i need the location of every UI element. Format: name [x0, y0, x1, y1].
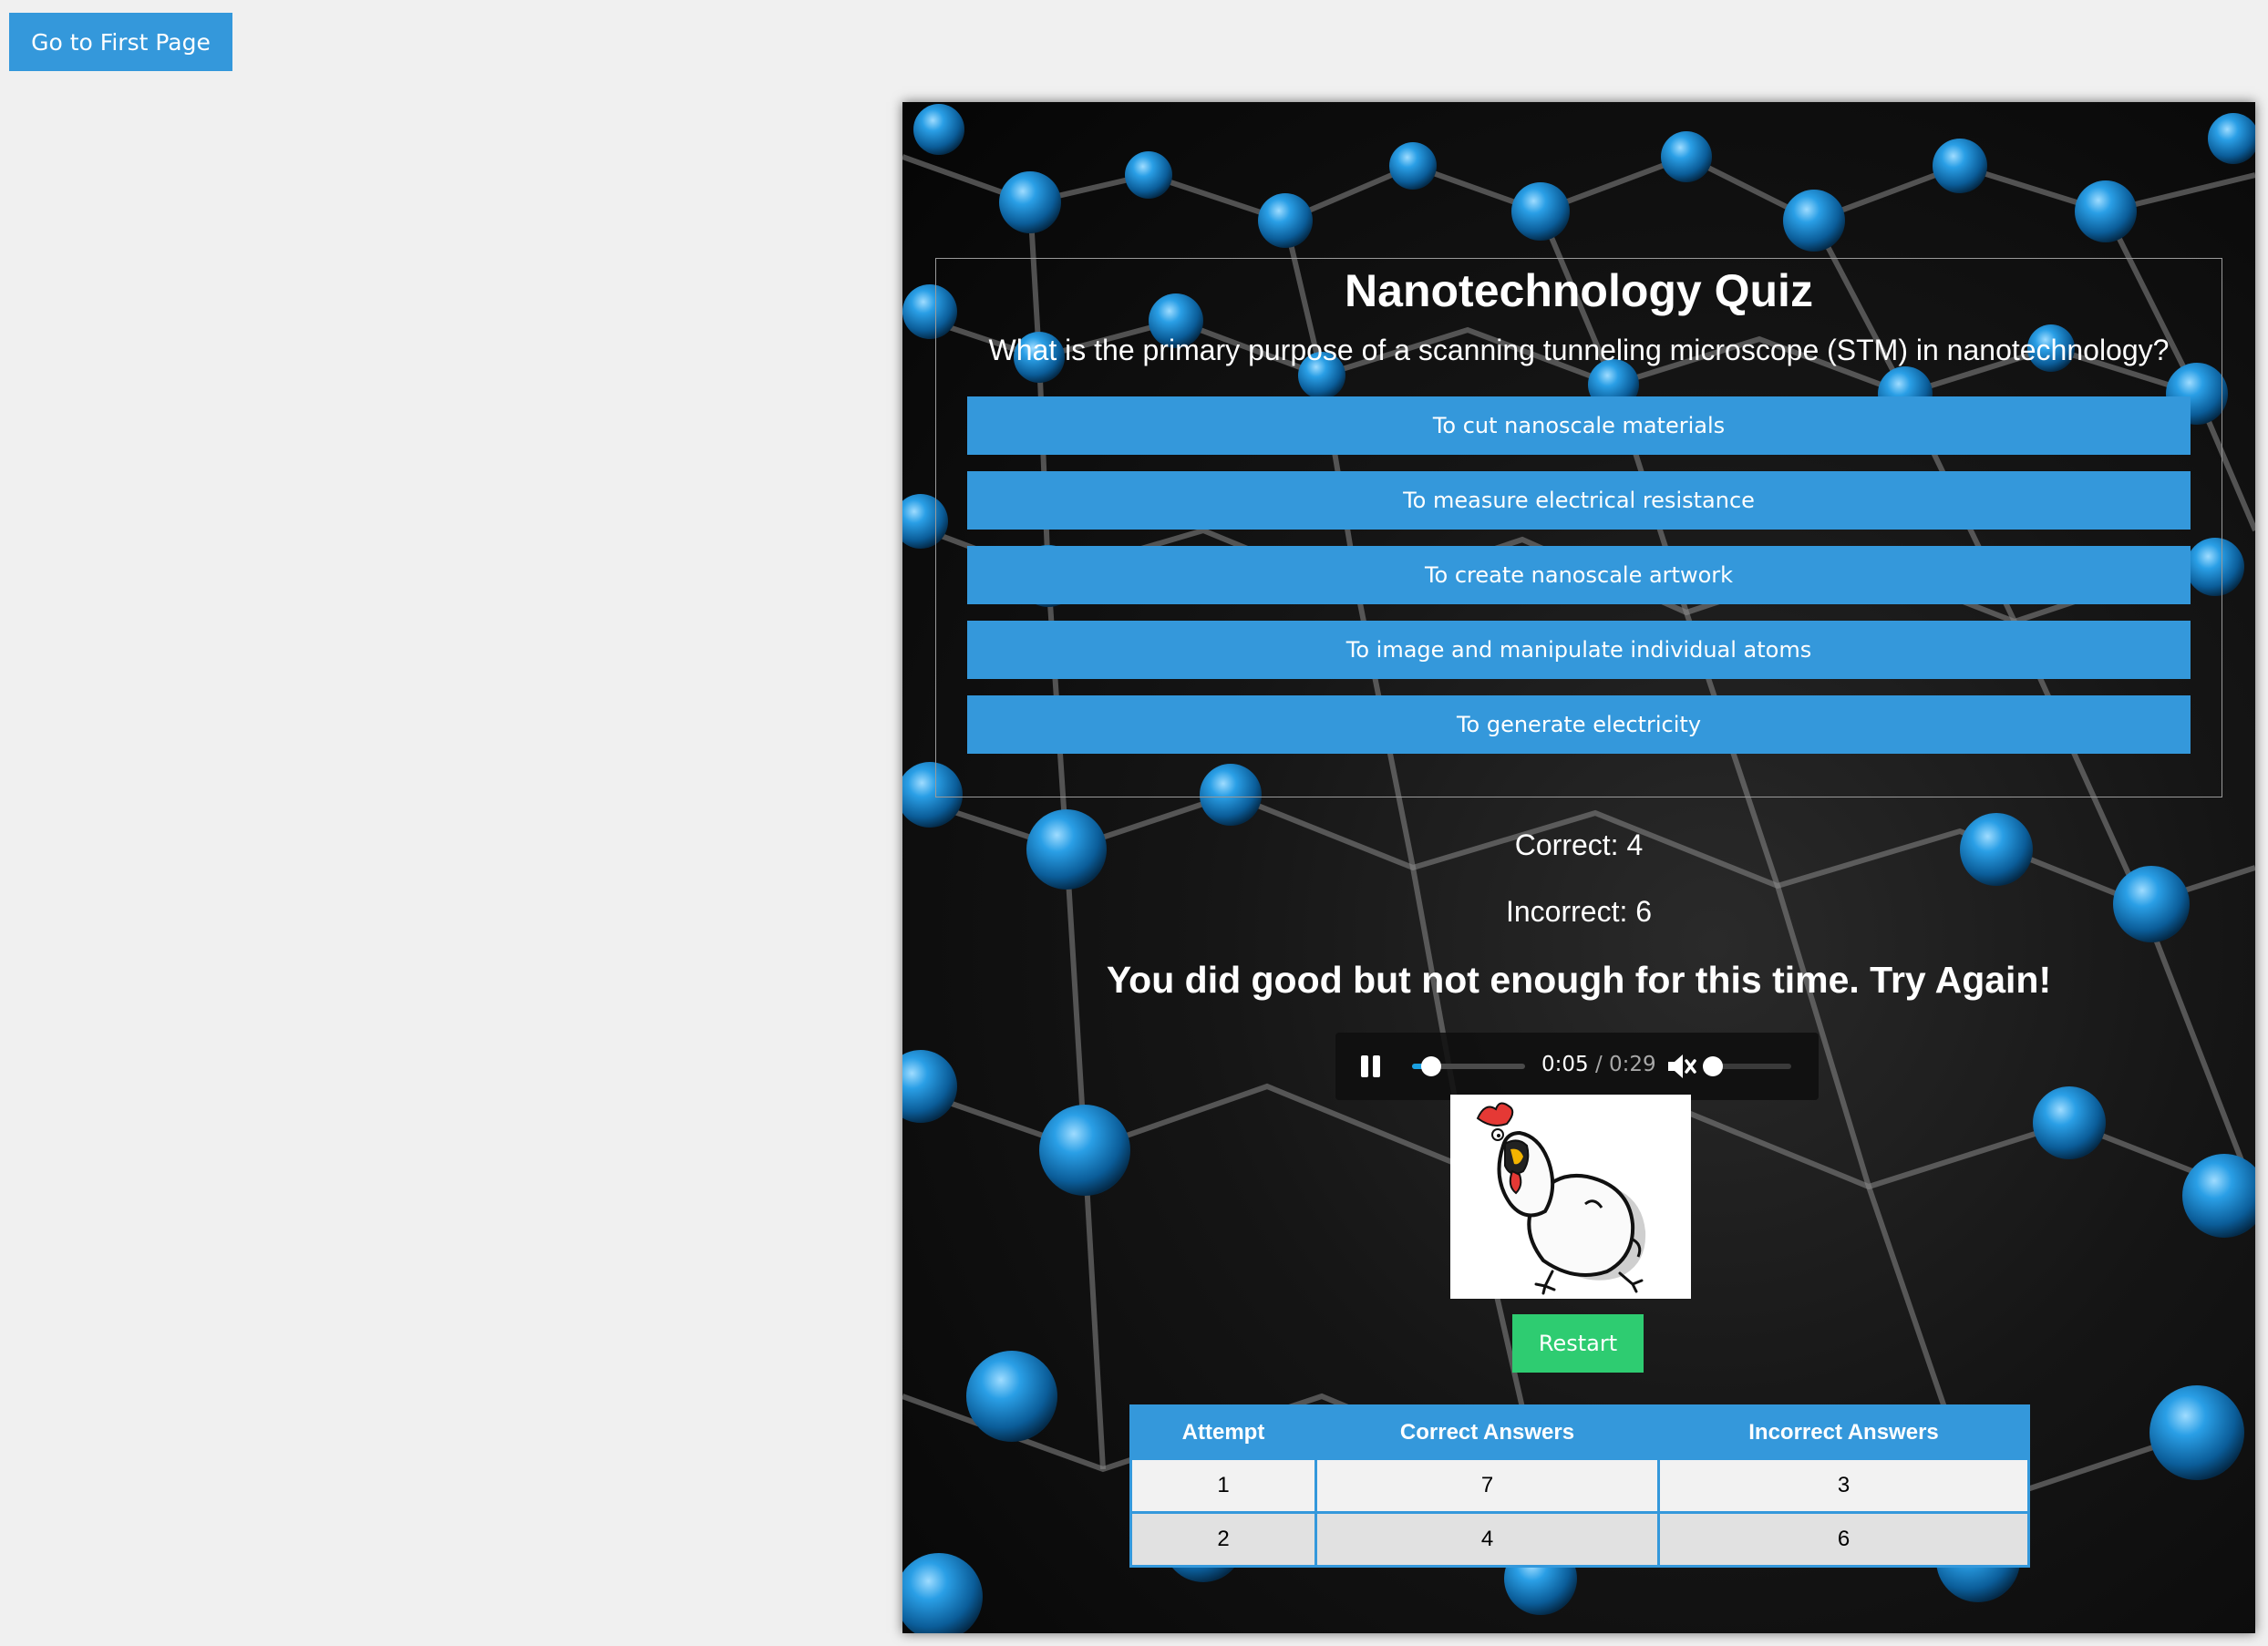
incorrect-count: Incorrect: 6	[1505, 895, 1653, 928]
audio-player: 0:05 / 0:29	[1335, 1033, 1819, 1100]
audio-time: 0:05 / 0:29	[1541, 1053, 1656, 1076]
volume-handle[interactable]	[1703, 1056, 1723, 1076]
answer-option-4[interactable]: To image and manipulate individual atoms	[967, 621, 2191, 679]
table-row: 1 7 3	[1129, 1457, 2030, 1514]
column-header-incorrect-answers: Incorrect Answers	[1657, 1405, 2029, 1459]
quiz-container: Nanotechnology Quiz What is the primary …	[902, 102, 2255, 1633]
audio-time-separator: /	[1594, 1053, 1603, 1076]
column-header-attempt: Attempt	[1129, 1405, 1316, 1459]
table-cell: 4	[1314, 1511, 1660, 1568]
volume-slider[interactable]	[1703, 1056, 1791, 1076]
attempt-history-table: Attempt Correct Answers Incorrect Answer…	[1129, 1404, 2030, 1568]
audio-duration: 0:29	[1609, 1053, 1656, 1076]
screaming-chicken-image	[1450, 1095, 1691, 1299]
volume-muted-icon[interactable]	[1665, 1052, 1696, 1081]
table-row: 2 4 6	[1129, 1511, 2030, 1568]
pause-icon[interactable]	[1359, 1053, 1383, 1080]
column-header-correct-answers: Correct Answers	[1314, 1405, 1659, 1459]
table-cell: 2	[1129, 1511, 1317, 1568]
quiz-title: Nanotechnology Quiz	[1345, 265, 1813, 316]
table-cell: 3	[1657, 1457, 2030, 1514]
go-to-first-page-button[interactable]: Go to First Page	[9, 13, 232, 71]
answer-option-5[interactable]: To generate electricity	[967, 695, 2191, 754]
answer-option-3[interactable]: To create nanoscale artwork	[967, 546, 2191, 604]
audio-progress-slider[interactable]	[1412, 1056, 1525, 1076]
restart-button[interactable]: Restart	[1512, 1314, 1644, 1373]
table-cell: 1	[1129, 1457, 1317, 1514]
answer-option-2[interactable]: To measure electrical resistance	[967, 471, 2191, 530]
table-header-row: Attempt Correct Answers Incorrect Answer…	[1129, 1405, 2029, 1459]
audio-progress-handle[interactable]	[1421, 1056, 1442, 1076]
result-message: You did good but not enough for this tim…	[1106, 959, 2052, 1001]
table-cell: 6	[1657, 1511, 2030, 1568]
answer-option-1[interactable]: To cut nanoscale materials	[967, 396, 2191, 455]
table-cell: 7	[1314, 1457, 1660, 1514]
correct-count: Correct: 4	[1514, 828, 1644, 861]
question-text: What is the primary purpose of a scannin…	[988, 334, 2170, 366]
audio-current-time: 0:05	[1541, 1053, 1589, 1076]
